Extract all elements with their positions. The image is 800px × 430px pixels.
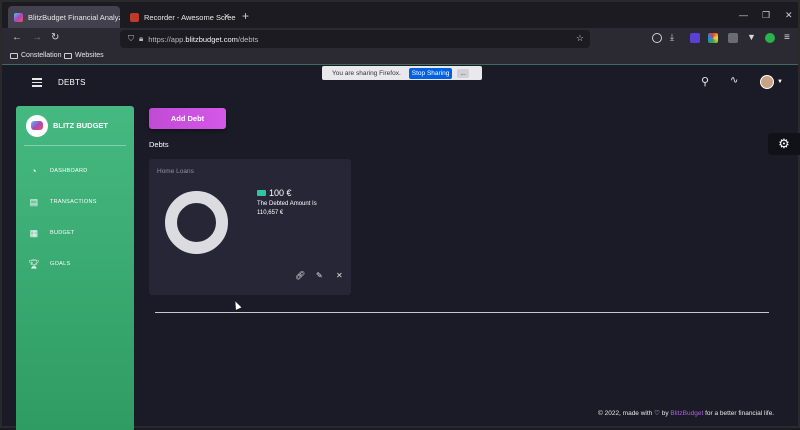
- edit-pencil-icon[interactable]: ✎: [316, 271, 323, 280]
- forward-arrow-icon[interactable]: →: [32, 32, 42, 43]
- bookmark-star-icon[interactable]: ☆: [576, 33, 584, 44]
- tab-bar: BlitzBudget Financial Analyzer Recorder …: [2, 2, 798, 28]
- link-icon[interactable]: 🔗︎: [295, 271, 305, 280]
- dashboard-icon: ◔: [31, 166, 37, 176]
- tab-title: Recorder - Awesome Screensh: [144, 12, 236, 22]
- sidebar-item-goals[interactable]: 🏆︎ GOALS: [28, 259, 70, 269]
- sidebar-item-dashboard[interactable]: ◔ DASHBOARD: [28, 166, 88, 176]
- extension-badge-icon[interactable]: [690, 33, 700, 43]
- shield-icon: ⛉: [128, 34, 134, 43]
- section-title: Debts: [149, 140, 169, 149]
- minimize-icon[interactable]: —: [739, 10, 748, 20]
- debt-description: The Debted Amount Is 110,657 €: [257, 201, 317, 216]
- browser-window: BlitzBudget Financial Analyzer Recorder …: [0, 0, 800, 430]
- download-icon[interactable]: ⤓: [670, 32, 674, 43]
- sharing-message: You are sharing Firefox.: [332, 69, 401, 77]
- mouse-cursor: [232, 300, 242, 310]
- folder-icon: [10, 52, 18, 59]
- hamburger-menu-icon[interactable]: [32, 78, 42, 89]
- debt-amount-row: 100 €: [257, 188, 292, 198]
- search-icon[interactable]: ⚲: [701, 75, 709, 88]
- new-tab-button[interactable]: +: [242, 10, 249, 22]
- brand-name: BLITZ BUDGET: [53, 121, 108, 130]
- bookmarks-bar: Constellation Websites: [2, 50, 798, 64]
- budget-icon: ▦: [29, 227, 39, 238]
- sidebar: BLITZ BUDGET ◔ DASHBOARD ▤ TRANSACTIONS …: [16, 106, 134, 430]
- money-icon: [257, 190, 266, 196]
- bookmark-websites[interactable]: Websites: [64, 52, 104, 59]
- back-arrow-icon[interactable]: ←: [12, 32, 22, 43]
- chrome-extension-icon[interactable]: [708, 33, 718, 43]
- screen-sharing-indicator: You are sharing Firefox. Stop Sharing ..…: [322, 66, 482, 80]
- blitzbudget-logo-icon: [26, 115, 48, 137]
- bookmark-constellation[interactable]: Constellation: [10, 52, 61, 59]
- blitzbudget-favicon-icon: [14, 12, 23, 22]
- grammarly-icon[interactable]: [765, 33, 775, 43]
- sidebar-item-transactions[interactable]: ▤ TRANSACTIONS: [28, 197, 97, 207]
- sidebar-item-label: GOALS: [50, 261, 71, 267]
- url-path: /debts: [237, 34, 259, 44]
- footer: © 2022, made with ♡ by BlitzBudget for a…: [598, 409, 774, 417]
- url-bar[interactable]: ⛉ 🔒︎ https://app. blitzbudget.com/debts ☆: [120, 30, 590, 48]
- restore-icon[interactable]: ❐: [762, 10, 770, 21]
- delete-close-icon[interactable]: ✕: [336, 271, 343, 280]
- tab-title: BlitzBudget Financial Analyzer: [28, 12, 120, 22]
- sidebar-item-budget[interactable]: ▦ BUDGET: [28, 228, 75, 238]
- stop-sharing-button[interactable]: Stop Sharing: [408, 67, 453, 79]
- app-header: DEBTS You are sharing Firefox. Stop Shar…: [2, 64, 798, 98]
- bookmark-label: Websites: [75, 52, 104, 59]
- page-title: DEBTS: [58, 78, 86, 87]
- avatar[interactable]: [760, 75, 774, 89]
- sidebar-item-label: TRANSACTIONS: [50, 199, 97, 205]
- bookmark-label: Constellation: [21, 52, 62, 59]
- content-divider: [155, 312, 769, 313]
- activity-icon[interactable]: ∿: [730, 75, 738, 86]
- debt-donut-chart: [165, 191, 228, 254]
- sharing-more-button[interactable]: ...: [457, 68, 469, 78]
- chevron-down-icon[interactable]: ▼: [777, 79, 783, 85]
- transactions-icon: ▤: [29, 196, 39, 207]
- menu-icon[interactable]: ≡: [784, 32, 790, 43]
- debt-card: Home Loans 100 € The Debted Amount Is 11…: [149, 159, 351, 295]
- url-prefix: https://app.: [148, 34, 186, 44]
- reload-icon[interactable]: ↻: [51, 32, 59, 43]
- add-debt-button[interactable]: Add Debt: [149, 108, 226, 129]
- footer-brand-link[interactable]: BlitzBudget: [670, 410, 703, 417]
- vue-devtools-icon[interactable]: ▼: [747, 32, 756, 42]
- tab-recorder[interactable]: Recorder - Awesome Screensh ✕: [124, 6, 236, 28]
- footer-prefix: © 2022, made with ♡ by: [598, 410, 671, 417]
- recorder-favicon-icon: [130, 12, 139, 22]
- url-host: blitzbudget.com: [185, 34, 238, 44]
- tab-blitzbudget[interactable]: BlitzBudget Financial Analyzer: [8, 6, 120, 28]
- goals-icon: 🏆︎: [28, 258, 40, 269]
- folder-icon: [64, 52, 72, 59]
- help-extension-icon[interactable]: [728, 33, 738, 43]
- sidebar-divider: [24, 145, 126, 146]
- close-window-icon[interactable]: ✕: [785, 10, 793, 21]
- close-tab-icon[interactable]: ✕: [223, 12, 230, 21]
- sidebar-item-label: DASHBOARD: [50, 168, 88, 174]
- debt-amount: 100 €: [269, 188, 292, 198]
- debt-card-title: Home Loans: [157, 168, 194, 175]
- lock-icon: 🔒︎: [139, 34, 144, 43]
- settings-gear-icon[interactable]: ⚙: [768, 133, 800, 155]
- pocket-icon[interactable]: [652, 33, 662, 43]
- navigation-bar: ← → ↻ ⛉ 🔒︎ https://app. blitzbudget.com/d…: [2, 28, 798, 50]
- sidebar-item-label: BUDGET: [50, 230, 75, 236]
- footer-suffix: for a better financial life.: [703, 410, 775, 417]
